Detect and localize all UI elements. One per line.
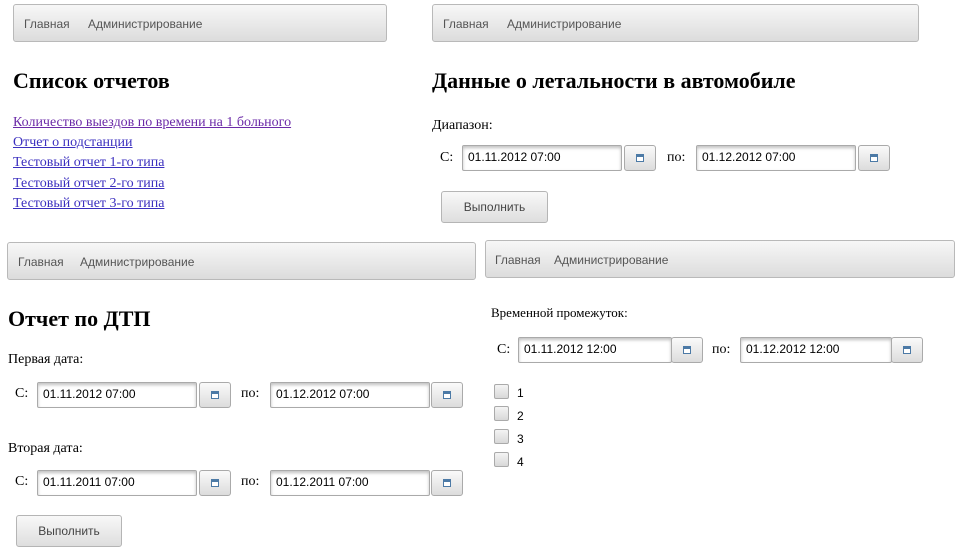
to-label: по:	[667, 150, 686, 165]
calendar-icon	[211, 479, 219, 487]
checkbox-label-3: 3	[517, 432, 524, 446]
checkbox-2[interactable]	[494, 406, 509, 421]
checkbox-1[interactable]	[494, 384, 509, 399]
calendar-button[interactable]	[858, 145, 890, 171]
to-date-input[interactable]: 01.12.2012 07:00	[696, 145, 856, 171]
calendar-button[interactable]	[624, 145, 656, 171]
accident-report-title: Отчет по ДТП	[8, 306, 151, 331]
checkbox-4[interactable]	[494, 452, 509, 467]
nav-home-link[interactable]: Главная	[18, 255, 64, 269]
from-label: С:	[15, 386, 29, 401]
nav-admin-link[interactable]: Администрирование	[80, 255, 194, 269]
first-from-date-input[interactable]: 01.11.2012 07:00	[37, 382, 197, 408]
range-label: Диапазон:	[432, 118, 493, 133]
first-to-date-input[interactable]: 01.12.2012 07:00	[270, 382, 430, 408]
report-link-3[interactable]: Тестовый отчет 1-го типа	[13, 155, 164, 171]
report-link-1[interactable]: Количество выездов по времени на 1 больн…	[13, 115, 291, 131]
checkbox-label-2: 2	[517, 409, 524, 423]
nav-home-link[interactable]: Главная	[495, 253, 541, 267]
from-date-input[interactable]: 01.11.2012 07:00	[462, 145, 622, 171]
calendar-icon	[211, 391, 219, 399]
nav-admin-link[interactable]: Администрирование	[554, 253, 668, 267]
checkbox-label-1: 1	[517, 386, 524, 400]
calendar-icon	[443, 479, 451, 487]
calendar-icon	[683, 346, 691, 354]
to-label: по:	[712, 342, 731, 357]
calendar-button[interactable]	[891, 337, 923, 363]
second-date-label: Вторая дата:	[8, 441, 83, 456]
to-label: по:	[241, 474, 260, 489]
run-button[interactable]: Выполнить	[441, 191, 548, 223]
from-date-input[interactable]: 01.11.2012 12:00	[518, 337, 672, 363]
report-link-5[interactable]: Тестовый отчет 3-го типа	[13, 196, 164, 212]
run-button[interactable]: Выполнить	[16, 515, 122, 547]
navbar-top-right: Главная Администрирование	[432, 4, 919, 42]
from-label: С:	[497, 342, 511, 357]
nav-admin-link[interactable]: Администрирование	[507, 17, 621, 31]
navbar-bottom-left: Главная Администрирование	[7, 242, 476, 280]
second-from-date-input[interactable]: 01.11.2011 07:00	[37, 470, 197, 496]
first-date-label: Первая дата:	[8, 352, 84, 367]
calendar-button[interactable]	[431, 382, 463, 408]
calendar-button[interactable]	[199, 382, 231, 408]
report-link-4[interactable]: Тестовый отчет 2-го типа	[13, 176, 164, 192]
to-label: по:	[241, 386, 260, 401]
calendar-icon	[870, 154, 878, 162]
nav-home-link[interactable]: Главная	[443, 17, 489, 31]
nav-home-link[interactable]: Главная	[24, 17, 70, 31]
from-label: С:	[440, 150, 454, 165]
from-label: С:	[15, 474, 29, 489]
to-date-input[interactable]: 01.12.2012 12:00	[740, 337, 892, 363]
mortality-report-title: Данные о летальности в автомобиле	[432, 68, 796, 93]
report-link-2[interactable]: Отчет о подстанции	[13, 135, 133, 151]
calendar-icon	[903, 346, 911, 354]
calendar-icon	[636, 154, 644, 162]
calendar-button[interactable]	[199, 470, 231, 496]
calendar-button[interactable]	[671, 337, 703, 363]
calendar-button[interactable]	[431, 470, 463, 496]
period-label: Временной промежуток:	[491, 305, 628, 320]
checkbox-label-4: 4	[517, 455, 524, 469]
navbar-top-left: Главная Администрирование	[13, 4, 387, 42]
calendar-icon	[443, 391, 451, 399]
second-to-date-input[interactable]: 01.12.2011 07:00	[270, 470, 430, 496]
nav-admin-link[interactable]: Администрирование	[88, 17, 202, 31]
checkbox-3[interactable]	[494, 429, 509, 444]
navbar-bottom-right: Главная Администрирование	[485, 240, 955, 278]
reports-list-title: Список отчетов	[13, 68, 170, 93]
